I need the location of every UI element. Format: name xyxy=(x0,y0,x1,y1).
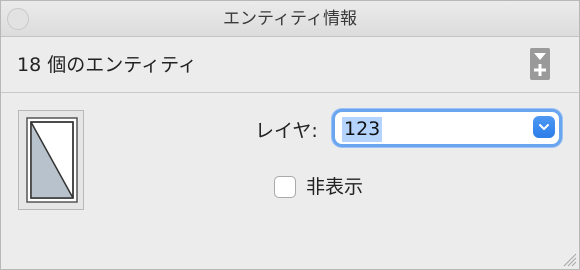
hidden-checkbox[interactable] xyxy=(274,176,296,198)
chevron-down-icon[interactable] xyxy=(533,116,555,138)
resize-grip-icon[interactable] xyxy=(561,251,577,267)
entity-info-window: エンティティ情報 18 個のエンティティ レイヤ: 123 非表示 xyxy=(0,0,580,270)
title-bar[interactable]: エンティティ情報 xyxy=(1,1,579,37)
entity-header: 18 個のエンティティ xyxy=(1,38,579,93)
hidden-label: 非表示 xyxy=(306,176,364,198)
door-component-icon xyxy=(26,117,78,203)
entity-count-label: 18 個のエンティティ xyxy=(17,54,197,76)
layer-select[interactable]: 123 xyxy=(332,109,562,147)
component-thumbnail xyxy=(18,110,84,210)
window-title: エンティティ情報 xyxy=(223,9,357,29)
layer-label: レイヤ: xyxy=(255,120,318,142)
expand-toggle-icon[interactable] xyxy=(530,48,550,80)
layer-selected-value: 123 xyxy=(342,117,383,142)
